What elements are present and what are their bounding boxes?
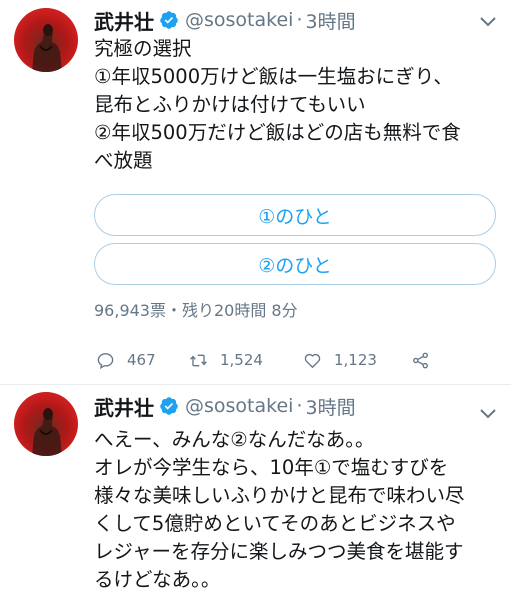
tweet-text-line: べ放題 [94,149,153,172]
tweet-header: 武井壮 @sosotakei · 3時間 [94,6,356,34]
author-handle[interactable]: @sosotakei [185,395,293,417]
reply-icon [97,352,114,369]
like-icon [304,353,321,368]
poll-option-2[interactable]: ②のひと [94,243,496,285]
tweet-actions: 467 1,524 1,123 [96,348,456,372]
tweet-text-line: 様々な美味しいふりかけと昆布で味わい尽 [94,484,465,507]
share-icon [413,352,428,368]
tweet-text-line: へえー、みんな②なんだなあ。。 [94,428,375,451]
tweet-text: へえー、みんな②なんだなあ。。 オレが今学生なら、10年①で塩むすびを 様々な美… [94,426,499,594]
like-count: 1,123 [334,351,377,369]
poll-option-1[interactable]: ①のひと [94,194,496,236]
separator-dot: · [296,9,303,31]
tweet-text-line: 究極の選択 [94,37,192,60]
tweet-text-line: ②年収500万だけど飯はどの店も無料で食 [94,121,461,144]
tweet-divider [0,384,511,385]
author-handle[interactable]: @sosotakei [185,9,293,31]
tweet-text-line: オレが今学生なら、10年①で塩むすびを [94,456,449,479]
tweet-text-line: るけどなあ。。 [94,568,221,591]
verified-badge-icon [160,11,178,29]
avatar[interactable] [14,8,78,72]
retweet-icon [190,354,207,366]
tweet-text-line: レジャーを存分に楽しみつつ美食を堪能す [94,540,464,563]
verified-badge-icon [160,397,178,415]
chevron-down-icon[interactable] [479,16,497,28]
tweet-2[interactable]: 武井壮 @sosotakei · 3時間 へえー、みんな②なんだなあ。。 オレが… [0,386,511,599]
tweet-text-line: くして5億貯めといてそのあとビジネスや [94,512,456,535]
retweet-count: 1,524 [220,351,263,369]
tweet-1[interactable]: 武井壮 @sosotakei · 3時間 究極の選択 ①年収5000万けど飯は一… [0,0,511,384]
avatar[interactable] [14,392,78,456]
tweet-text-line: 昆布とふりかけは付けてもいい [94,93,366,116]
retweet-button[interactable]: 1,524 [189,348,263,372]
poll-meta: 96,943票・残り20時間 8分 [94,301,298,320]
separator-dot: · [296,395,303,417]
tweet-text: 究極の選択 ①年収5000万けど飯は一生塩おにぎり、 昆布とふりかけは付けてもい… [94,35,499,175]
tweet-text-line: ①年収5000万けど飯は一生塩おにぎり、 [94,65,453,88]
tweet-header: 武井壮 @sosotakei · 3時間 [94,392,356,420]
reply-button[interactable]: 467 [96,348,156,372]
chevron-down-icon[interactable] [479,408,497,420]
timestamp[interactable]: 3時間 [305,7,355,34]
author-name[interactable]: 武井壮 [94,6,154,35]
reply-count: 467 [127,351,156,369]
author-name[interactable]: 武井壮 [94,392,154,421]
share-button[interactable] [411,348,430,372]
timestamp[interactable]: 3時間 [305,393,355,420]
like-button[interactable]: 1,123 [303,348,377,372]
